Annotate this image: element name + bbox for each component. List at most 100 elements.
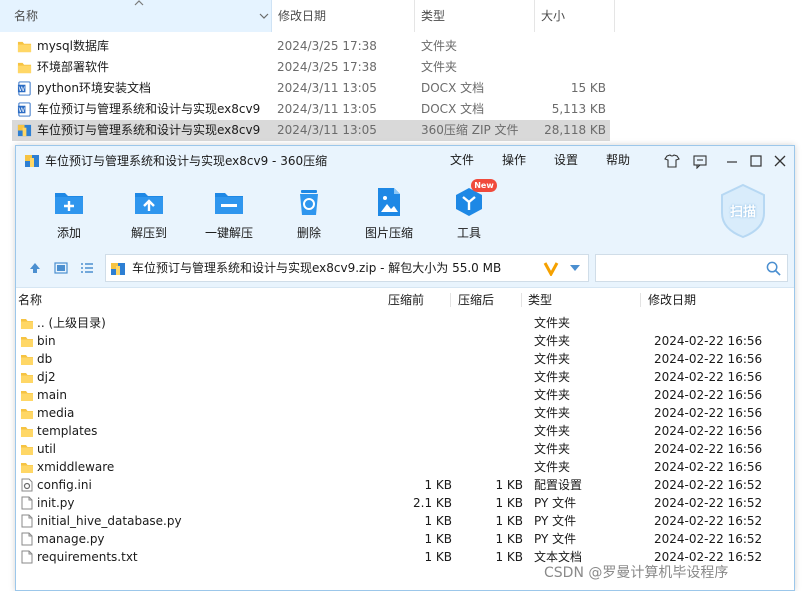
search-input[interactable] [595, 254, 788, 282]
menu-settings[interactable]: 设置 [554, 146, 578, 175]
thumbnail-view-icon[interactable] [54, 261, 68, 275]
folder-icon [21, 445, 33, 455]
add-button[interactable]: 添加 [33, 177, 103, 248]
column-header-type[interactable]: 类型 [528, 289, 552, 311]
column-header-size[interactable]: 压缩前 [388, 289, 424, 311]
feedback-icon[interactable] [692, 153, 708, 169]
explorer-row[interactable]: 环境部署软件 2024/3/25 17:38 文件夹 [0, 57, 811, 78]
column-divider[interactable] [521, 293, 522, 307]
file-icon [21, 514, 33, 528]
explorer-row[interactable]: W python环境安装文档 2024/3/11 13:05 DOCX 文档 1… [0, 78, 811, 99]
column-header-type-label: 类型 [421, 9, 446, 23]
one-click-extract-button[interactable]: 一键解压 [193, 177, 263, 248]
extract-to-button[interactable]: 解压到 [113, 177, 183, 248]
file-name: bin [37, 334, 56, 348]
skin-icon[interactable] [664, 153, 680, 169]
file-date: 2024-02-22 16:52 [654, 514, 763, 528]
dropdown-arrow-icon[interactable] [570, 265, 580, 271]
image-compress-button[interactable]: 图片压缩 [353, 177, 423, 248]
file-type: 文件夹 [534, 352, 571, 366]
search-icon[interactable] [766, 261, 781, 276]
list-view-icon[interactable] [80, 261, 94, 275]
window-title: 车位预订与管理系统和设计与实现ex8cv9 - 360压缩 [45, 154, 328, 168]
file-date: 2024/3/25 17:38 [277, 39, 377, 53]
scan-button[interactable]: 扫描 [719, 183, 767, 239]
list-item[interactable]: init.py 2.1 KB 1 KB PY 文件 2024-02-22 16:52 [16, 494, 794, 512]
file-name: main [37, 388, 67, 402]
file-date: 2024-02-22 16:56 [654, 370, 763, 384]
minimize-icon[interactable] [724, 153, 740, 169]
file-name: 车位预订与管理系统和设计与实现ex8cv9 [37, 102, 261, 116]
menu-help[interactable]: 帮助 [606, 146, 630, 175]
file-name: 车位预订与管理系统和设计与实现ex8cv9 [37, 123, 261, 137]
word-doc-icon: W [17, 102, 31, 117]
explorer-row[interactable]: mysql数据库 2024/3/25 17:38 文件夹 [0, 36, 811, 57]
zip-archive-icon [17, 124, 32, 137]
file-type: 文件夹 [534, 316, 571, 330]
column-header-date[interactable]: 修改日期 [648, 289, 696, 311]
file-date: 2024-02-22 16:52 [654, 532, 763, 546]
file-name: .. (上级目录) [37, 316, 106, 330]
config-file-icon [21, 478, 33, 492]
image-compress-button-label: 图片压缩 [364, 226, 413, 240]
list-item[interactable]: bin 文件夹 2024-02-22 16:56 [16, 332, 794, 350]
list-item[interactable]: manage.py 1 KB 1 KB PY 文件 2024-02-22 16:52 [16, 530, 794, 548]
list-item[interactable]: config.ini 1 KB 1 KB 配置设置 2024-02-22 16:52 [16, 476, 794, 494]
list-item[interactable]: .. (上级目录) 文件夹 [16, 314, 794, 332]
file-type: 文件夹 [534, 424, 571, 438]
file-size: 5,113 KB [551, 102, 606, 116]
list-item[interactable]: main 文件夹 2024-02-22 16:56 [16, 386, 794, 404]
watermark: CSDN @罗曼计算机毕设程序 [544, 565, 729, 581]
column-header-date-label: 修改日期 [278, 9, 327, 23]
up-arrow-icon[interactable] [28, 261, 42, 275]
file-size: 1 KB [424, 532, 452, 546]
list-item[interactable]: xmiddleware 文件夹 2024-02-22 16:56 [16, 458, 794, 476]
column-divider[interactable] [450, 293, 451, 307]
menu-file[interactable]: 文件 [450, 146, 474, 175]
file-name: python环境安装文档 [37, 81, 151, 95]
file-type: PY 文件 [534, 514, 577, 528]
maximize-icon[interactable] [748, 153, 764, 169]
folder-icon [21, 409, 33, 419]
file-name: config.ini [37, 478, 92, 492]
column-header-compressed[interactable]: 压缩后 [458, 289, 494, 311]
file-date: 2024/3/11 13:05 [277, 102, 377, 116]
file-compressed-size: 1 KB [495, 496, 523, 510]
column-header-type[interactable]: 类型 [415, 0, 535, 32]
list-item[interactable]: initial_hive_database.py 1 KB 1 KB PY 文件 202… [16, 512, 794, 530]
list-item[interactable]: util 文件夹 2024-02-22 16:56 [16, 440, 794, 458]
file-type: 360压缩 ZIP 文件 [421, 123, 519, 137]
column-header-name[interactable]: 名称 [0, 0, 272, 32]
folder-icon [21, 355, 33, 365]
close-icon[interactable] [772, 153, 788, 169]
explorer-row-selected[interactable]: 车位预订与管理系统和设计与实现ex8cv9 2024/3/11 13:05 36… [0, 120, 811, 141]
explorer-row[interactable]: W 车位预订与管理系统和设计与实现ex8cv9 2024/3/11 13:05 … [0, 99, 811, 120]
menu-operate[interactable]: 操作 [502, 146, 526, 175]
file-date: 2024-02-22 16:56 [654, 334, 763, 348]
file-date: 2024-02-22 16:56 [654, 442, 763, 456]
list-item[interactable]: dj2 文件夹 2024-02-22 16:56 [16, 368, 794, 386]
file-date: 2024-02-22 16:52 [654, 478, 763, 492]
file-name: initial_hive_database.py [37, 514, 182, 528]
file-size: 15 KB [570, 81, 606, 95]
file-name: mysql数据库 [37, 39, 109, 53]
folder-icon [21, 319, 33, 329]
delete-button[interactable]: 删除 [273, 177, 343, 248]
column-header-name[interactable]: 名称 [18, 289, 42, 311]
v-logo-icon[interactable] [543, 260, 559, 276]
column-header-date[interactable]: 修改日期 [272, 0, 415, 32]
chevron-down-icon[interactable] [259, 12, 269, 20]
title-bar[interactable]: 车位预订与管理系统和设计与实现ex8cv9 - 360压缩 文件 操作 设置 帮… [16, 146, 794, 177]
add-icon [55, 193, 83, 214]
column-divider[interactable] [640, 293, 641, 307]
scan-label: 扫描 [729, 205, 756, 220]
path-field[interactable]: 车位预订与管理系统和设计与实现ex8cv9.zip - 解包大小为 55.0 M… [105, 254, 589, 282]
file-icon [21, 532, 33, 546]
list-item[interactable]: db 文件夹 2024-02-22 16:56 [16, 350, 794, 368]
list-item[interactable]: media 文件夹 2024-02-22 16:56 [16, 404, 794, 422]
file-date: 2024/3/11 13:05 [277, 81, 377, 95]
list-item[interactable]: templates 文件夹 2024-02-22 16:56 [16, 422, 794, 440]
column-header-size[interactable]: 大小 [535, 0, 615, 32]
file-compressed-size: 1 KB [495, 478, 523, 492]
archive-path-text: 车位预订与管理系统和设计与实现ex8cv9.zip - 解包大小为 55.0 M… [132, 261, 502, 275]
